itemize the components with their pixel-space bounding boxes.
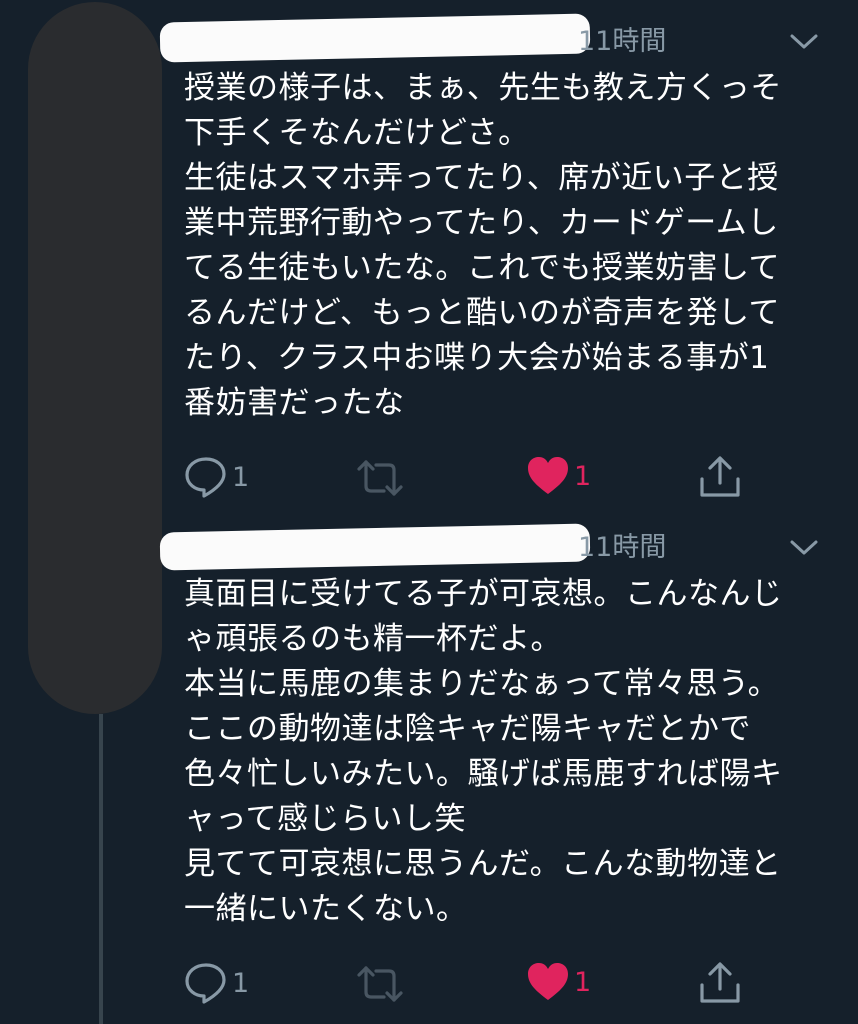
heart-icon <box>526 454 570 498</box>
share-button[interactable] <box>697 961 743 1005</box>
author-name-redaction <box>159 523 591 571</box>
reply-count: 1 <box>232 967 250 999</box>
share-icon <box>697 961 743 1005</box>
reply-count: 1 <box>232 461 250 493</box>
like-count: 1 <box>574 460 592 492</box>
like-button[interactable]: 1 <box>526 454 591 498</box>
reply-icon <box>184 961 228 1005</box>
retweet-button[interactable] <box>356 962 404 1006</box>
author-name-redaction <box>159 13 591 63</box>
share-icon <box>697 455 743 499</box>
retweet-icon <box>356 962 404 1006</box>
tweet-timestamp[interactable]: 11時間 <box>578 28 666 55</box>
thread-connector-line <box>99 714 103 1024</box>
tweet-timestamp[interactable]: 11時間 <box>578 534 666 561</box>
like-count: 1 <box>574 966 592 998</box>
chevron-down-icon[interactable] <box>787 30 821 54</box>
retweet-icon <box>356 456 404 500</box>
tweet-text: 真面目に受けてる子が可哀想。こんなんじ ゃ頑張るのも精一杯だよ。 本当に馬鹿の集… <box>184 576 783 927</box>
heart-icon <box>526 960 570 1004</box>
share-button[interactable] <box>697 455 743 499</box>
reply-button[interactable]: 1 <box>184 961 249 1005</box>
avatar <box>28 2 162 714</box>
retweet-button[interactable] <box>356 456 404 500</box>
chevron-down-icon[interactable] <box>787 536 821 560</box>
reply-icon <box>184 455 228 499</box>
like-button[interactable]: 1 <box>526 960 591 1004</box>
reply-button[interactable]: 1 <box>184 455 249 499</box>
tweet-text: 授業の様子は、まぁ、先生も教え方くっそ 下手くそなんだけどさ。 生徒はスマホ弄っ… <box>184 70 782 421</box>
